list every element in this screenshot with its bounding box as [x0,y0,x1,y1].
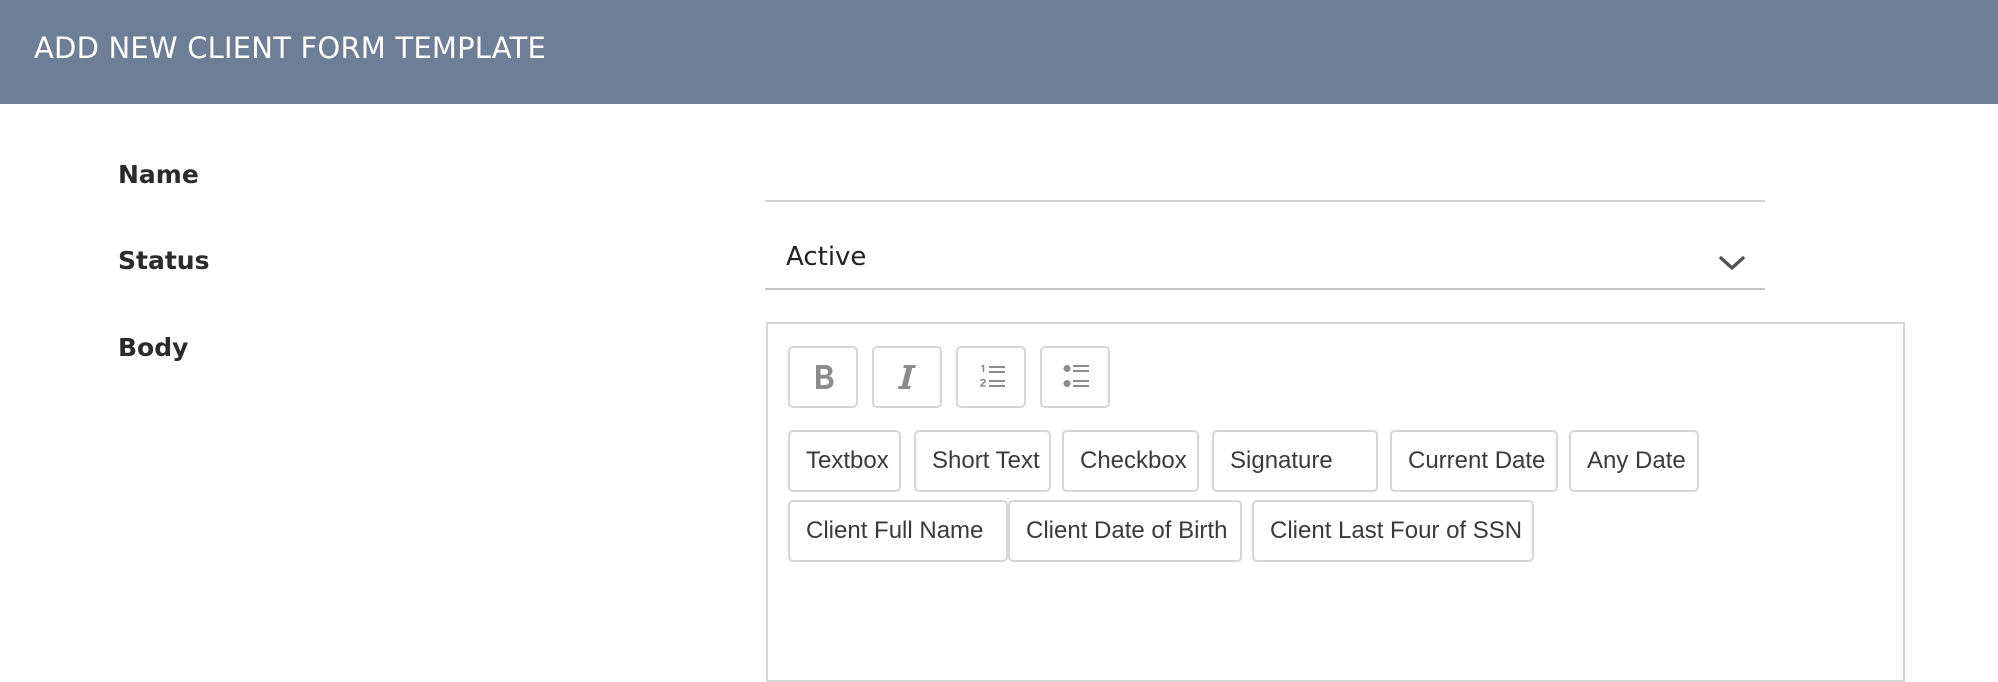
name-label: Name [118,160,199,189]
bold-button[interactable] [788,346,858,408]
body-editor[interactable]: Textbox Short Text Checkbox Signature Cu… [766,322,1905,682]
status-select[interactable]: Active [765,232,1765,290]
insert-client-full-name-button[interactable]: Client Full Name [788,500,1008,562]
bold-icon [816,365,834,389]
name-input[interactable] [765,144,1765,202]
unordered-list-button[interactable] [1040,346,1110,408]
italic-icon [898,365,916,389]
ordered-list-button[interactable] [956,346,1026,408]
body-label: Body [118,333,189,362]
status-selected-value: Active [786,242,867,272]
ordered-list-icon [980,364,1005,387]
insert-client-last-four-ssn-button[interactable]: Client Last Four of SSN [1252,500,1534,562]
unordered-list-icon [1063,365,1089,387]
insert-client-date-of-birth-button[interactable]: Client Date of Birth [1008,500,1242,562]
page-header: ADD NEW CLIENT FORM TEMPLATE [0,0,1998,104]
insert-signature-button[interactable]: Signature [1212,430,1378,492]
status-label: Status [118,246,210,275]
insert-textbox-button[interactable]: Textbox [788,430,901,492]
italic-button[interactable] [872,346,942,408]
chevron-down-icon [1717,254,1747,277]
insert-any-date-button[interactable]: Any Date [1569,430,1699,492]
insert-checkbox-button[interactable]: Checkbox [1062,430,1199,492]
insert-short-text-button[interactable]: Short Text [914,430,1051,492]
page-title: ADD NEW CLIENT FORM TEMPLATE [34,31,547,65]
insert-current-date-button[interactable]: Current Date [1390,430,1558,492]
